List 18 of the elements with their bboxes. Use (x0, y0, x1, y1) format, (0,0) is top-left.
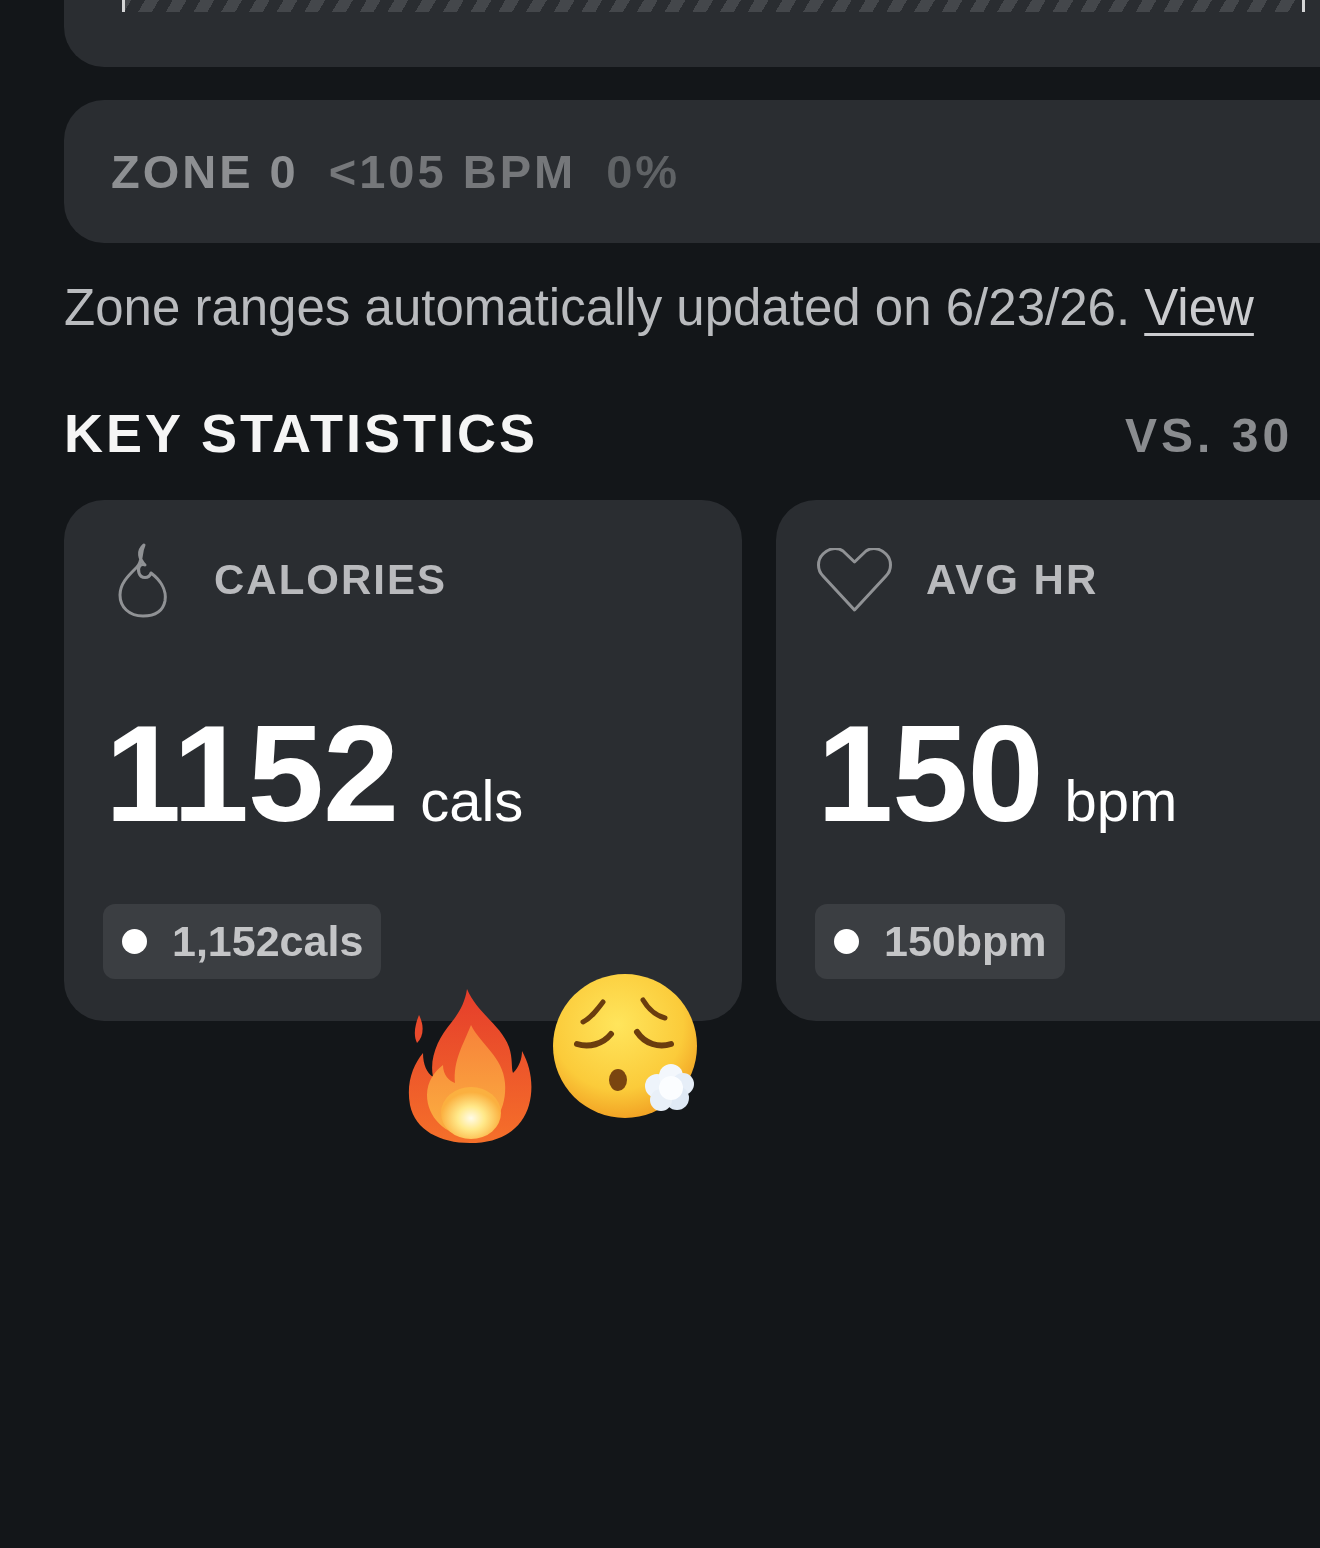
zone-update-note: Zone ranges automatically updated on 6/23/26. View (64, 279, 1255, 337)
view-link[interactable]: View (1144, 279, 1254, 336)
stat-label: CALORIES (214, 556, 447, 605)
zone-label: ZONE 0 (111, 144, 299, 199)
stat-unit: cals (420, 767, 524, 834)
pill-value: 150bpm (884, 917, 1047, 966)
dot-icon (834, 929, 859, 954)
section-title: KEY STATISTICS (64, 402, 540, 465)
zone-range: <105 BPM (328, 144, 577, 199)
stat-value: 1152 (105, 704, 399, 844)
heart-icon (817, 548, 892, 613)
stat-value: 150 (817, 704, 1043, 844)
stat-unit: bpm (1064, 767, 1178, 834)
flame-icon (116, 543, 169, 618)
pill-value: 1,152cals (172, 917, 364, 966)
stat-label: AVG HR (926, 556, 1099, 605)
comparison-label: VS. 30 (1125, 408, 1295, 463)
dot-icon (122, 929, 147, 954)
